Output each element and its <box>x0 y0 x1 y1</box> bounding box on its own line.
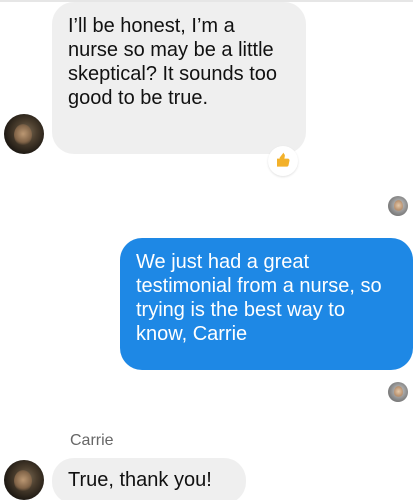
sender-name: Carrie <box>70 432 114 449</box>
outgoing-message-bubble[interactable]: We just had a great testimonial from a n… <box>120 238 413 370</box>
thumbs-up-icon <box>275 152 291 168</box>
incoming-message-bubble[interactable]: True, thank you! <box>52 458 246 500</box>
sender-avatar[interactable] <box>4 460 44 500</box>
read-receipt-avatar <box>388 382 408 402</box>
chat-screen: I’ll be honest, I’m a nurse so may be a … <box>0 0 413 500</box>
incoming-message-bubble[interactable]: I’ll be honest, I’m a nurse so may be a … <box>52 2 306 154</box>
sender-avatar[interactable] <box>4 114 44 154</box>
read-receipt-avatar <box>388 196 408 216</box>
outgoing-message-text: We just had a great testimonial from a n… <box>136 251 382 345</box>
incoming-message-text: True, thank you! <box>68 469 212 491</box>
reaction-badge[interactable] <box>268 146 298 176</box>
incoming-message-text: I’ll be honest, I’m a nurse so may be a … <box>68 15 278 109</box>
